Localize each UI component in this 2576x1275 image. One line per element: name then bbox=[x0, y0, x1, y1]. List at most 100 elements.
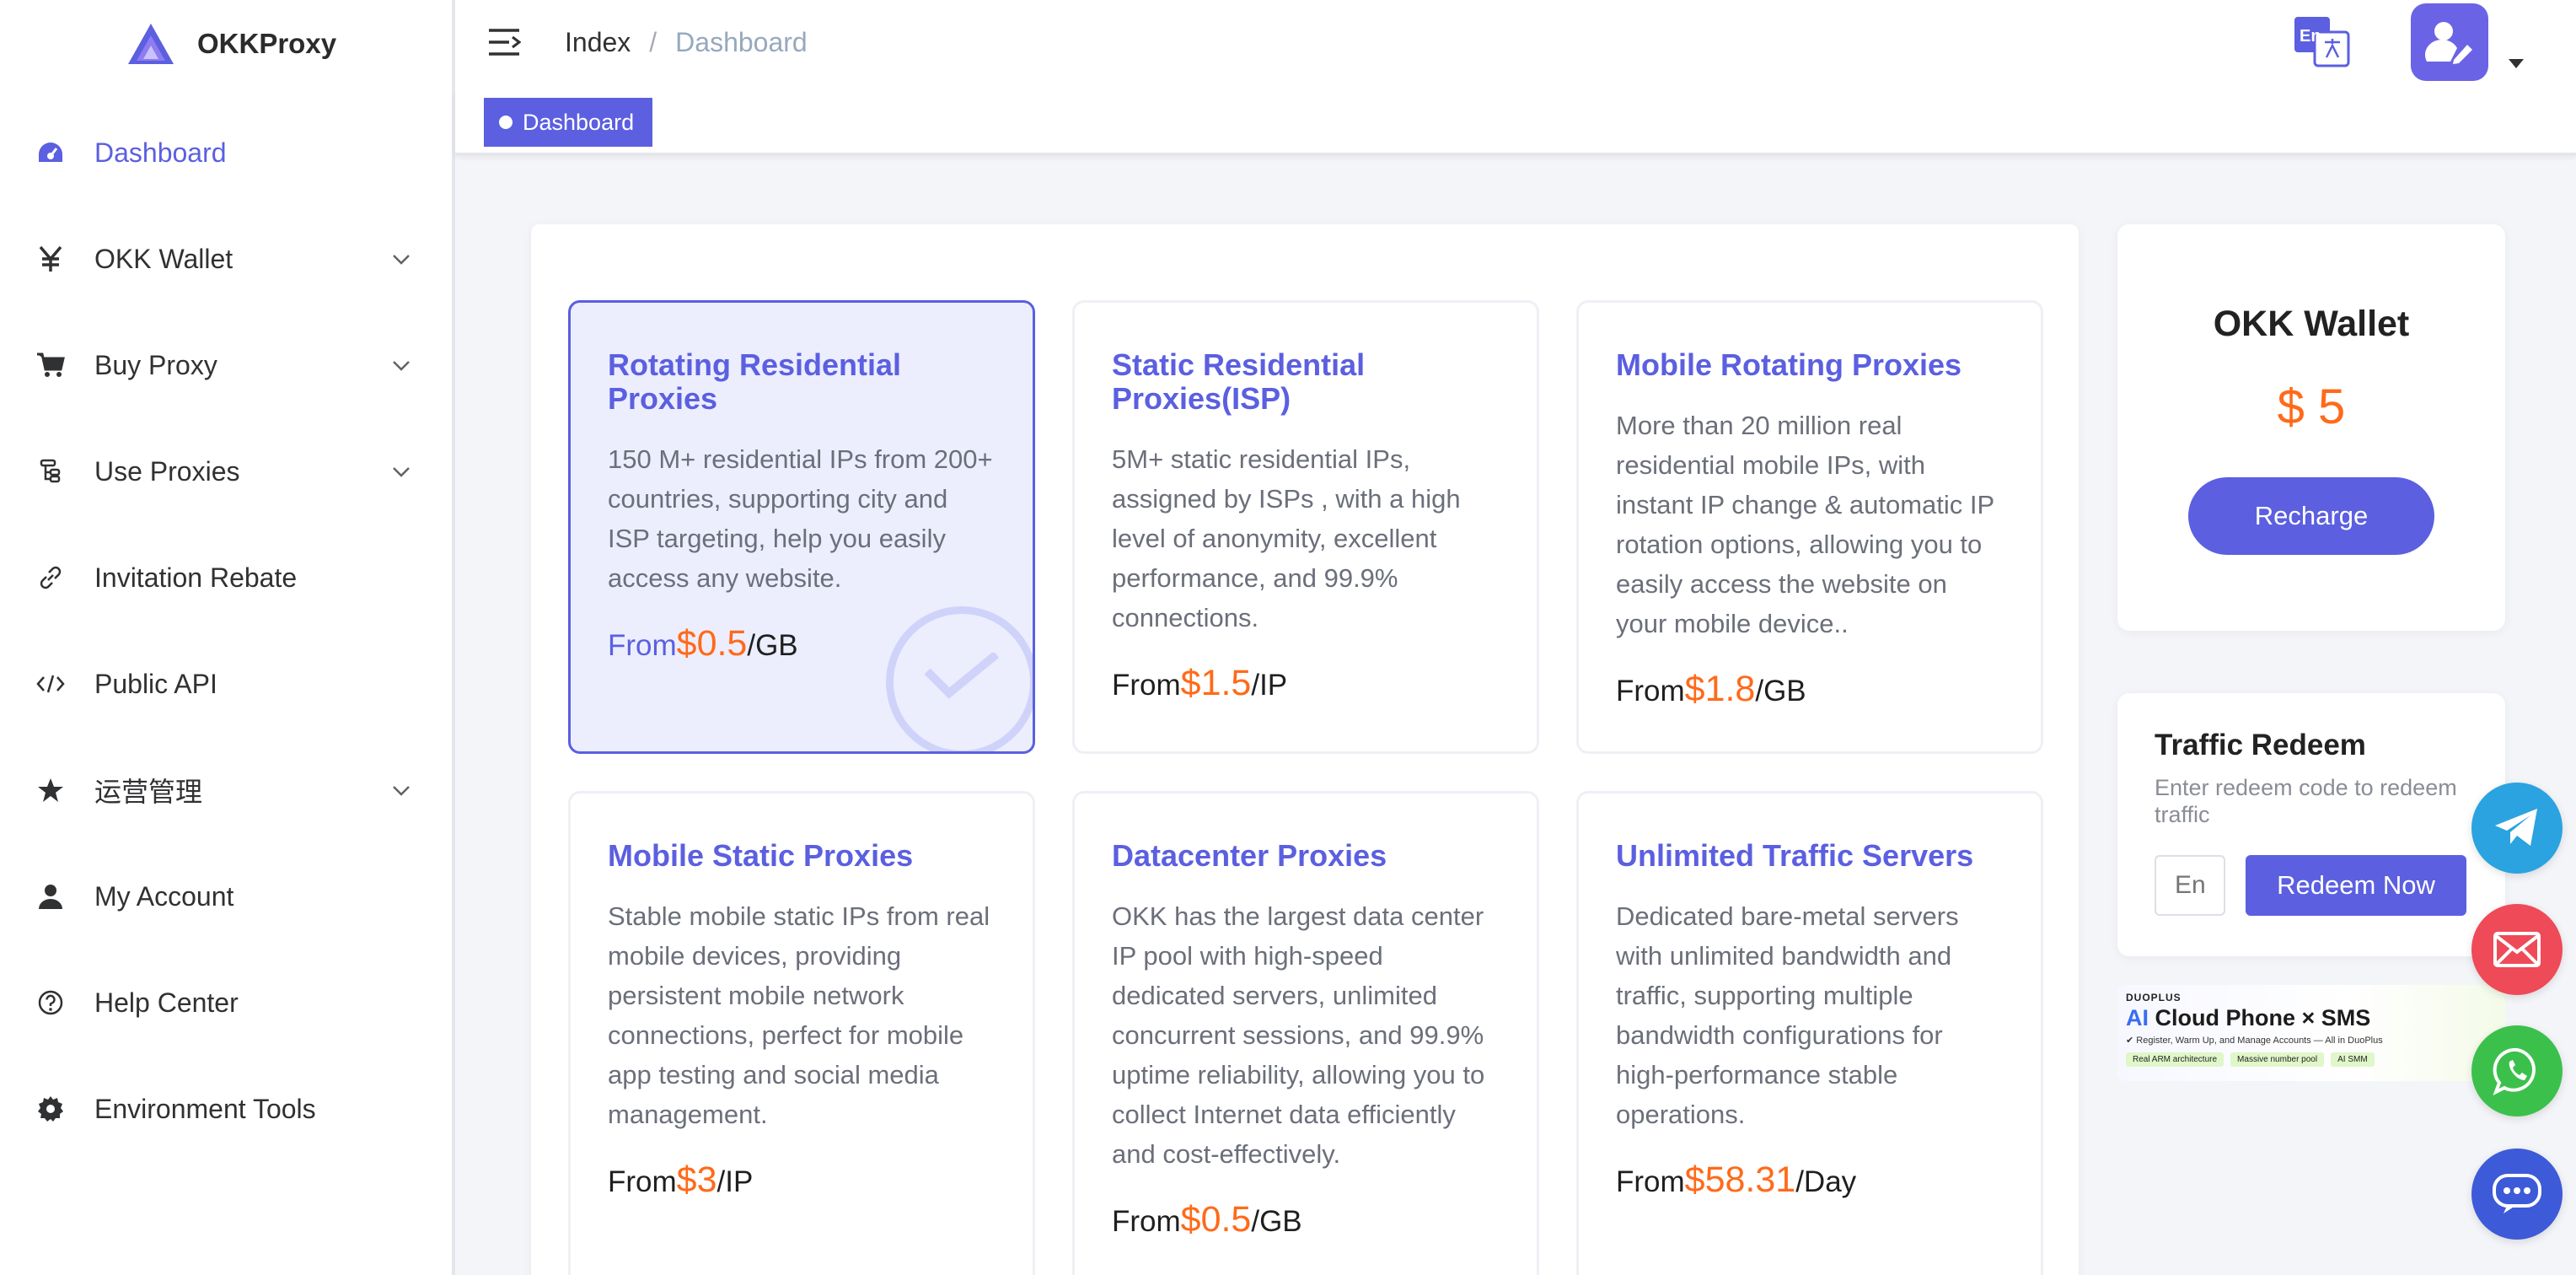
banner-subtext: ✔ Register, Warm Up, and Manage Accounts… bbox=[2126, 1036, 2383, 1046]
redeem-code-input[interactable] bbox=[2155, 855, 2225, 916]
product-description: OKK has the largest data center IP pool … bbox=[1112, 901, 1485, 1169]
top-bar: Index / Dashboard En bbox=[455, 0, 2576, 91]
banner-ai: AI bbox=[2126, 1005, 2149, 1030]
banner-chip: Real ARM architecture bbox=[2126, 1052, 2224, 1067]
breadcrumb-separator: / bbox=[649, 27, 657, 57]
sidebar-item-label: My Account bbox=[94, 880, 234, 912]
sidebar-item-operations[interactable]: 运营管理 bbox=[0, 737, 452, 843]
duoplus-ad-banner[interactable]: DUOPLUS AI Cloud Phone × SMS ✔ Register,… bbox=[2117, 985, 2505, 1081]
product-description: 5M+ static residential IPs, assigned by … bbox=[1112, 444, 1461, 632]
banner-chips: Real ARM architecture Massive number poo… bbox=[2126, 1052, 2497, 1067]
product-description: More than 20 million real residential mo… bbox=[1616, 411, 1994, 638]
sidebar-item-public-api[interactable]: Public API bbox=[0, 631, 452, 737]
cart-icon bbox=[35, 350, 66, 380]
product-card-rotating-residential[interactable]: Rotating Residential Proxies 150 M+ resi… bbox=[568, 300, 1035, 754]
price-unit: /GB bbox=[1755, 675, 1806, 707]
chevron-down-icon bbox=[393, 255, 410, 265]
product-price: From$58.31/Day bbox=[1616, 1159, 2004, 1201]
product-price: From$1.8/GB bbox=[1616, 669, 2004, 710]
price-unit: /GB bbox=[1251, 1205, 1302, 1238]
redeem-now-button[interactable]: Redeem Now bbox=[2246, 855, 2466, 916]
banner-brand: DUOPLUS bbox=[2126, 992, 2182, 1003]
sidebar-item-invitation-rebate[interactable]: Invitation Rebate bbox=[0, 525, 452, 631]
sidebar-menu: Dashboard OKK Wallet Buy Proxy Use Proxi… bbox=[0, 100, 452, 1162]
sidebar: OKKProxy Dashboard OKK Wallet Buy Proxy bbox=[0, 0, 455, 1275]
language-switch-label: En bbox=[2300, 27, 2321, 46]
recharge-button[interactable]: Recharge bbox=[2188, 477, 2434, 555]
product-price: From$0.5/GB bbox=[1112, 1199, 1500, 1240]
sidebar-item-label: Buy Proxy bbox=[94, 349, 217, 380]
product-card-mobile-rotating[interactable]: Mobile Rotating Proxies More than 20 mil… bbox=[1576, 300, 2043, 754]
product-card-mobile-static[interactable]: Mobile Static Proxies Stable mobile stat… bbox=[568, 791, 1035, 1275]
user-icon bbox=[35, 881, 66, 912]
telegram-button[interactable] bbox=[2471, 783, 2563, 874]
tag-dot bbox=[499, 116, 513, 129]
sidebar-item-dashboard[interactable]: Dashboard bbox=[0, 100, 452, 206]
tab-dashboard[interactable]: Dashboard bbox=[484, 98, 653, 147]
sidebar-item-okk-wallet[interactable]: OKK Wallet bbox=[0, 206, 452, 312]
tag-label: Dashboard bbox=[523, 109, 635, 135]
traffic-redeem-card: Traffic Redeem Enter redeem code to rede… bbox=[2117, 693, 2505, 956]
price-prefix: From bbox=[1616, 1165, 1685, 1198]
brand[interactable]: OKKProxy bbox=[126, 19, 336, 69]
chat-icon bbox=[2493, 1174, 2541, 1213]
breadcrumb-index[interactable]: Index bbox=[565, 27, 631, 58]
avatar[interactable] bbox=[2411, 3, 2488, 81]
banner-chip: Massive number pool bbox=[2230, 1052, 2325, 1067]
tags-bar: Dashboard bbox=[455, 91, 2576, 155]
chat-button[interactable] bbox=[2471, 1149, 2563, 1240]
product-title: Rotating Residential Proxies bbox=[608, 347, 902, 416]
language-switch-icon[interactable]: En bbox=[2293, 15, 2352, 69]
tree-icon bbox=[35, 456, 66, 487]
sidebar-item-label: Environment Tools bbox=[94, 1093, 316, 1124]
product-title: Datacenter Proxies bbox=[1112, 838, 1387, 873]
banner-headline: AI Cloud Phone × SMS bbox=[2126, 1005, 2497, 1031]
breadcrumb-current: Dashboard bbox=[675, 27, 808, 57]
breadcrumb: Index / Dashboard bbox=[565, 27, 808, 58]
price-amount: $0.5 bbox=[676, 623, 748, 664]
email-button[interactable] bbox=[2471, 904, 2563, 995]
caret-down-icon[interactable] bbox=[2509, 59, 2524, 68]
sidebar-item-label: Invitation Rebate bbox=[94, 562, 298, 593]
selected-check-icon bbox=[886, 606, 1033, 751]
price-prefix: From bbox=[1616, 675, 1685, 707]
user-edit-icon bbox=[2425, 22, 2472, 64]
price-prefix: From bbox=[608, 629, 677, 662]
product-title: Static Residential Proxies(ISP) bbox=[1112, 347, 1366, 416]
menu-toggle-icon[interactable] bbox=[487, 25, 521, 59]
products-panel: Rotating Residential Proxies 150 M+ resi… bbox=[531, 224, 2079, 1275]
product-description: Stable mobile static IPs from real mobil… bbox=[608, 901, 990, 1129]
product-card-unlimited-traffic[interactable]: Unlimited Traffic Servers Dedicated bare… bbox=[1576, 791, 2043, 1275]
sidebar-item-buy-proxy[interactable]: Buy Proxy bbox=[0, 312, 452, 418]
product-title: Unlimited Traffic Servers bbox=[1616, 838, 1974, 873]
sidebar-item-label: OKK Wallet bbox=[94, 243, 233, 274]
price-amount: $1.5 bbox=[1180, 663, 1252, 703]
price-prefix: From bbox=[1112, 669, 1181, 702]
sidebar-item-label: 运营管理 bbox=[94, 777, 203, 807]
dashboard-icon bbox=[35, 137, 66, 168]
sidebar-item-label: Use Proxies bbox=[94, 455, 240, 487]
price-unit: /IP bbox=[1251, 669, 1288, 702]
wallet-title: OKK Wallet bbox=[2213, 304, 2410, 344]
wallet-balance: $ 5 bbox=[2277, 379, 2346, 434]
banner-headline-text: Cloud Phone × SMS bbox=[2155, 1005, 2371, 1030]
redeem-row: Redeem Now bbox=[2155, 855, 2468, 916]
sidebar-item-help-center[interactable]: Help Center bbox=[0, 950, 452, 1056]
gear-icon bbox=[35, 1094, 66, 1124]
product-card-static-residential[interactable]: Static Residential Proxies(ISP) 5M+ stat… bbox=[1072, 300, 1539, 754]
price-prefix: From bbox=[608, 1165, 677, 1198]
whatsapp-button[interactable] bbox=[2471, 1025, 2563, 1116]
sidebar-item-label: Help Center bbox=[94, 987, 239, 1018]
sidebar-item-environment-tools[interactable]: Environment Tools bbox=[0, 1056, 452, 1162]
chevron-down-icon bbox=[393, 467, 410, 477]
code-icon bbox=[35, 669, 66, 699]
sidebar-item-use-proxies[interactable]: Use Proxies bbox=[0, 418, 452, 525]
price-amount: $3 bbox=[676, 1159, 717, 1200]
telegram-icon bbox=[2495, 809, 2537, 846]
help-icon bbox=[35, 987, 66, 1018]
sidebar-item-my-account[interactable]: My Account bbox=[0, 843, 452, 950]
product-card-datacenter[interactable]: Datacenter Proxies OKK has the largest d… bbox=[1072, 791, 1539, 1275]
brand-name: OKKProxy bbox=[197, 28, 337, 59]
brand-logo-icon bbox=[128, 24, 174, 64]
star-icon bbox=[35, 775, 66, 805]
